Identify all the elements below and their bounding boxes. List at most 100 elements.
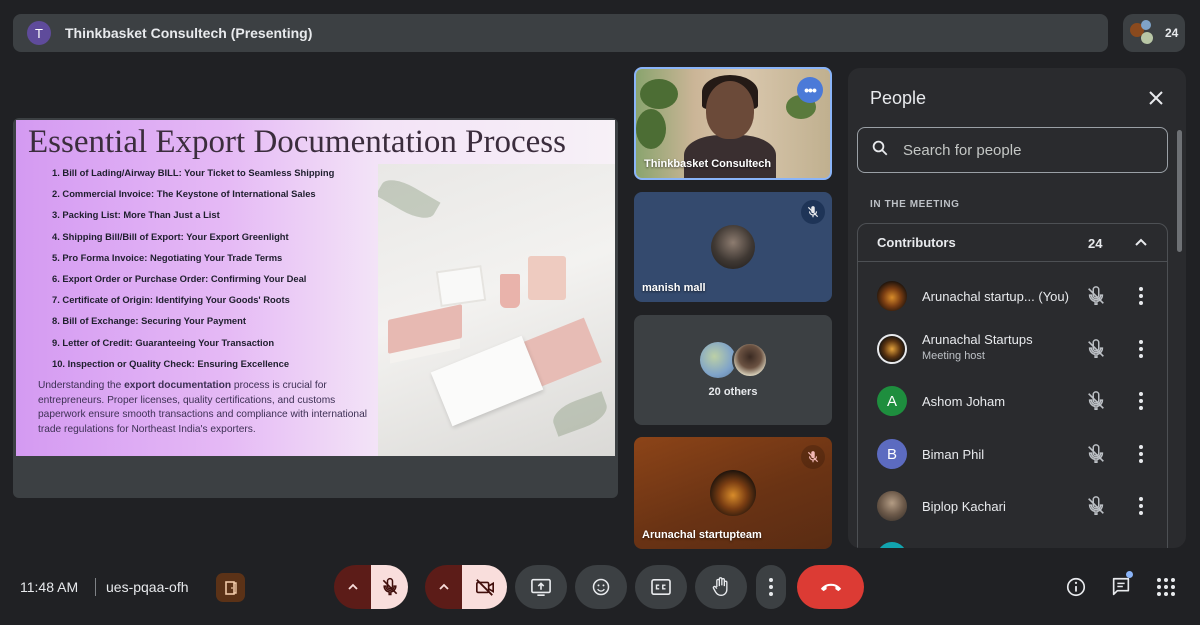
slide-item: 10. Inspection or Quality Check: Ensurin… bbox=[52, 357, 290, 369]
leave-call-button[interactable] bbox=[797, 565, 864, 609]
video-tile-participant[interactable]: Arunachal startupteam bbox=[634, 437, 832, 549]
apps-grid-icon bbox=[1157, 578, 1175, 596]
present-screen-button[interactable] bbox=[515, 565, 567, 609]
meeting-code: ues-pqaa-ofh bbox=[106, 579, 189, 595]
slide-item: 9. Letter of Credit: Guaranteeing Your T… bbox=[52, 336, 275, 348]
tile-name: Thinkbasket Consultech bbox=[644, 158, 772, 170]
presenting-title: Thinkbasket Consultech (Presenting) bbox=[65, 25, 313, 41]
chat-icon bbox=[1112, 577, 1130, 596]
avatar: A bbox=[877, 386, 907, 416]
participant-avatars bbox=[1129, 20, 1155, 46]
participant-row[interactable]: Biplop Kachari bbox=[858, 480, 1169, 532]
participant-count: 24 bbox=[1165, 26, 1179, 40]
contributors-group: Contributors 24 Arunachal startup... (Yo… bbox=[857, 223, 1168, 548]
slide-title: Essential Export Documentation Process bbox=[28, 124, 566, 160]
scrollbar[interactable] bbox=[1177, 130, 1182, 252]
more-options-button[interactable] bbox=[756, 565, 786, 609]
tile-name: Arunachal startupteam bbox=[642, 529, 762, 541]
mic-off-icon bbox=[382, 577, 397, 596]
slide-item: 4. Shipping Bill/Bill of Export: Your Ex… bbox=[52, 230, 289, 242]
more-vert-icon[interactable] bbox=[1132, 338, 1150, 360]
slide-paragraph: Understanding the export documentation p… bbox=[38, 380, 368, 435]
slide-desk-photo bbox=[378, 164, 615, 456]
presenting-bar[interactable]: T Thinkbasket Consultech (Presenting) bbox=[13, 14, 1108, 52]
group-count: 24 bbox=[1088, 236, 1103, 251]
slide-item: 8. Bill of Exchange: Securing Your Payme… bbox=[52, 315, 246, 327]
meeting-details-button[interactable] bbox=[1063, 574, 1089, 600]
search-icon bbox=[871, 139, 889, 162]
slide-item: 6. Export Order or Purchase Order: Confi… bbox=[52, 272, 307, 284]
participant-name: Ashom Joham bbox=[922, 393, 1006, 409]
activities-button[interactable] bbox=[1153, 574, 1179, 600]
close-icon[interactable] bbox=[1144, 86, 1168, 110]
more-vert-icon bbox=[769, 578, 773, 596]
call-end-icon bbox=[820, 583, 841, 592]
clock: 11:48 AM bbox=[20, 579, 79, 595]
audio-settings-button[interactable] bbox=[334, 565, 371, 609]
notification-dot bbox=[1126, 571, 1133, 578]
more-options-button[interactable]: ••• bbox=[797, 77, 823, 103]
avatar bbox=[732, 342, 768, 378]
participant-row[interactable]: Arunachal Startups Meeting host bbox=[858, 323, 1169, 375]
video-tile-presenter[interactable]: ••• Thinkbasket Consultech bbox=[634, 67, 832, 180]
door-icon bbox=[224, 580, 237, 595]
chevron-up-icon[interactable] bbox=[1132, 234, 1150, 252]
participant-name: Arunachal startup... (You) bbox=[922, 288, 1069, 304]
videocam-off-icon bbox=[475, 579, 494, 596]
slide-item: 5. Pro Forma Invoice: Negotiating Your T… bbox=[52, 251, 283, 263]
avatar bbox=[710, 470, 756, 516]
section-label: IN THE MEETING bbox=[870, 199, 960, 210]
companion-mode-button[interactable] bbox=[216, 573, 245, 602]
presentation-slide: Essential Export Documentation Process 1… bbox=[16, 120, 615, 456]
participant-name: Biman Phil bbox=[922, 446, 985, 462]
mic-off-icon bbox=[1085, 390, 1107, 412]
raise-hand-button[interactable] bbox=[695, 565, 747, 609]
participant-row[interactable]: A Ashom Joham bbox=[858, 375, 1169, 427]
mic-off-icon bbox=[801, 200, 825, 224]
presentation-stage[interactable]: Essential Export Documentation Process 1… bbox=[13, 118, 618, 498]
video-settings-button[interactable] bbox=[425, 565, 462, 609]
more-vert-icon[interactable] bbox=[1132, 285, 1150, 307]
more-vert-icon[interactable] bbox=[1132, 495, 1150, 517]
participant-row[interactable]: Arunachal startup... (You) bbox=[858, 270, 1169, 322]
mic-off-icon bbox=[801, 445, 825, 469]
present-to-all-icon bbox=[531, 578, 551, 596]
mic-off-icon bbox=[1085, 443, 1107, 465]
avatar bbox=[877, 281, 907, 311]
slide-list: 1. Bill of Lading/Airway BILL: Your Tick… bbox=[52, 167, 334, 379]
microphone-toggle-button[interactable] bbox=[371, 565, 408, 609]
chevron-up-icon bbox=[347, 583, 358, 590]
participants-chip[interactable]: 24 bbox=[1123, 14, 1185, 52]
group-title: Contributors bbox=[877, 235, 956, 250]
search-field[interactable] bbox=[857, 127, 1168, 173]
divider bbox=[95, 578, 96, 596]
slide-item: 7. Certificate of Origin: Identifying Yo… bbox=[52, 294, 290, 306]
presenter-avatar: T bbox=[27, 21, 51, 45]
camera-toggle-button[interactable] bbox=[462, 565, 507, 609]
mic-off-icon bbox=[1085, 285, 1107, 307]
avatar bbox=[877, 542, 907, 548]
captions-button[interactable] bbox=[635, 565, 687, 609]
more-vert-icon[interactable] bbox=[1132, 390, 1150, 412]
avatar bbox=[877, 334, 907, 364]
mic-off-icon bbox=[1085, 495, 1107, 517]
video-tile-participant[interactable]: manish mall bbox=[634, 192, 832, 302]
contributors-header[interactable]: Contributors 24 bbox=[858, 224, 1167, 262]
mic-off-icon bbox=[1085, 338, 1107, 360]
video-tile-others[interactable]: 20 others bbox=[634, 315, 832, 425]
tile-name: manish mall bbox=[642, 282, 706, 294]
panel-title: People bbox=[870, 88, 927, 108]
closed-captions-icon bbox=[651, 578, 671, 596]
slide-item: 2. Commercial Invoice: The Keystone of I… bbox=[52, 188, 316, 200]
more-vert-icon[interactable] bbox=[1132, 443, 1150, 465]
slide-item: 3. Packing List: More Than Just a List bbox=[52, 209, 220, 221]
slide-item: 1. Bill of Lading/Airway BILL: Your Tick… bbox=[52, 167, 335, 178]
reactions-button[interactable] bbox=[575, 565, 627, 609]
others-label: 20 others bbox=[708, 386, 758, 398]
participant-name: Biplop Kachari bbox=[922, 498, 1006, 514]
people-panel: People IN THE MEETING Contributors 24 Ar… bbox=[848, 68, 1186, 548]
participant-name: Arunachal Startups bbox=[922, 332, 1033, 347]
raise-hand-icon bbox=[712, 577, 728, 596]
search-input[interactable] bbox=[903, 141, 1143, 159]
participant-row[interactable]: B Biman Phil bbox=[858, 428, 1169, 480]
